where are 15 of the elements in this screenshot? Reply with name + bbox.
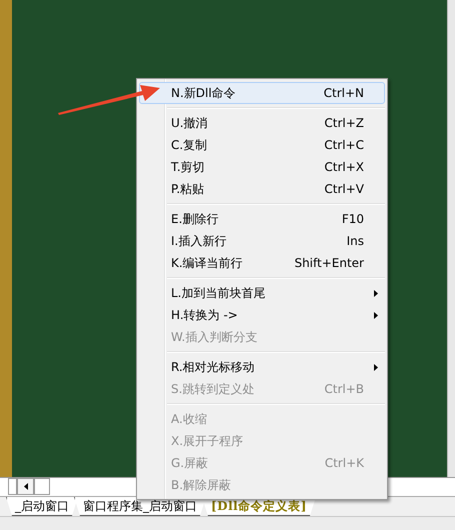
tab[interactable]: 窗口程序集_启动窗口 (74, 497, 206, 516)
menu-item[interactable]: L.加到当前块首尾 (139, 282, 385, 304)
menu-item[interactable]: I.插入新行 Ins (139, 230, 385, 252)
menu-item[interactable]: R.相对光标移动 (139, 356, 385, 378)
menu-item[interactable]: C.复制 Ctrl+C (139, 134, 385, 156)
menu-item[interactable]: T.剪切 Ctrl+X (139, 156, 385, 178)
menu-item[interactable]: N.新Dll命令 Ctrl+N (139, 82, 385, 104)
menu-item[interactable]: H.转换为 -> (139, 304, 385, 326)
menu-item[interactable]: E.删除行 F10 (139, 208, 385, 230)
menu-item[interactable]: U.撤消 Ctrl+Z (139, 112, 385, 134)
scroll-left-button[interactable] (17, 478, 34, 495)
menu-item[interactable]: K.编译当前行 Shift+Enter (139, 252, 385, 274)
left-arrow-icon (24, 483, 28, 490)
menu-item[interactable]: P.粘贴 Ctrl+V (139, 178, 385, 200)
tab[interactable]: _启动窗口 (6, 497, 78, 516)
